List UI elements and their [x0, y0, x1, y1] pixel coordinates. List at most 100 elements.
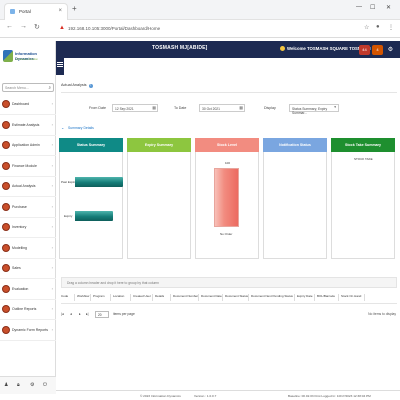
status-bar-expiry[interactable] [75, 211, 113, 221]
grid-column-header[interactable]: Code [61, 294, 68, 298]
sidebar-item[interactable]: Outline Reports › [0, 300, 56, 320]
forward-icon[interactable]: → [20, 23, 27, 30]
settings-icon[interactable]: ⚙ [30, 382, 34, 388]
browser-tab-bar: Portal × + — ☐ ✕ [0, 0, 400, 20]
chevron-down-icon: ▾ [334, 105, 336, 109]
sidebar-item-label: Actual Analysis [12, 184, 36, 188]
stock-take-summary-panel: Stock Take Summary STOCK TAKE [331, 138, 395, 259]
info-icon[interactable]: i [88, 84, 93, 88]
sidebar-item-label: Purchase [12, 204, 27, 209]
maximize-icon[interactable]: ☐ [370, 4, 375, 11]
logout-icon[interactable]: ⏻ [43, 382, 47, 388]
dateline: Baseline: 00.02.03 First Logged In: 10/1… [288, 394, 371, 398]
not-secure-icon: ▲ [59, 25, 65, 31]
sidebar-item[interactable]: Actual Analysis › [0, 177, 56, 197]
profile-icon[interactable]: ● [376, 24, 380, 30]
settings-gear-icon[interactable]: ⚙ [385, 45, 396, 55]
status-bar-past-expire[interactable] [75, 177, 123, 187]
sidebar-item[interactable]: Estimate Analysis › [0, 116, 56, 136]
sidebar-item[interactable]: Evaluation › [0, 280, 56, 300]
stock-take-value: STOCK TAKE [354, 157, 373, 161]
column-divider [248, 294, 249, 301]
menu-item-icon [2, 284, 10, 293]
alert-badge[interactable]: 4 [372, 45, 383, 55]
logo-subtitle: A Business Solution [15, 58, 38, 61]
logo-mark-icon [3, 50, 13, 62]
first-page-icon[interactable]: |◂ [61, 312, 64, 316]
header-title: TOSMASH MJ[ABIDE] [152, 45, 208, 51]
url-text: 192.168.10.105:3000/Portal/Dashboard/Hom… [68, 26, 161, 31]
new-tab-icon[interactable]: + [72, 4, 77, 13]
y-axis-label: Expiry [64, 214, 73, 218]
divider [61, 303, 397, 304]
sidebar-item[interactable]: Inventory › [0, 218, 56, 238]
grid-column-header[interactable]: Workflow [77, 294, 89, 298]
grid-column-header[interactable]: Location [113, 294, 124, 298]
prev-page-icon[interactable]: ◂ [70, 312, 72, 316]
notification-badge[interactable]: 44 [359, 45, 370, 55]
group-by-drop-zone[interactable]: Drag a column header and drop it here to… [61, 277, 397, 288]
sidebar-item[interactable]: Dashboard › [0, 95, 56, 115]
search-icon[interactable]: ⌕ [48, 85, 51, 90]
last-page-icon[interactable]: ▸| [86, 312, 89, 316]
grid-column-header[interactable]: Document Date [201, 294, 222, 298]
grid-column-header[interactable]: Created User [133, 294, 151, 298]
collapse-chevron-icon[interactable]: ⌄ [61, 125, 64, 130]
sidebar-item[interactable]: Sales › [0, 259, 56, 279]
display-select[interactable]: Status Summary, Expiry Summar... ▾ [289, 104, 339, 115]
user-profile-icon[interactable]: ♟ [4, 382, 8, 388]
back-icon[interactable]: ← [6, 23, 13, 30]
grid-column-header[interactable]: Document Number [173, 294, 198, 298]
sidebar-item[interactable]: Application Admin › [0, 136, 56, 156]
menu-toggle-button[interactable] [56, 58, 64, 75]
stock-level-bar[interactable] [214, 168, 239, 227]
to-date-field[interactable]: 30 Oct 2021 ▦ [199, 104, 245, 112]
welcome-user[interactable]: Welcome TOSMASH SQUARE TOSMASH [280, 46, 371, 51]
browser-menu-icon[interactable]: ⋮ [388, 24, 394, 31]
chevron-right-icon: › [51, 203, 53, 209]
menu-item-icon [2, 100, 10, 108]
next-page-icon[interactable]: ▸ [79, 312, 81, 316]
column-divider [314, 294, 315, 301]
chevron-right-icon: › [51, 326, 53, 332]
menu-search-input[interactable]: Search Menu... ⌕ [2, 83, 54, 92]
sidebar-item[interactable]: Modelling › [0, 239, 56, 259]
from-date-field[interactable]: 12 Sep 2021 ▦ [112, 104, 158, 112]
star-icon[interactable]: ☆ [364, 24, 369, 31]
display-label: Display [264, 106, 276, 110]
sidebar-item-label: Inventory [12, 225, 27, 229]
breadcrumb: Actual Analysis i [61, 83, 93, 88]
minimize-icon[interactable]: — [356, 4, 362, 10]
column-divider [198, 294, 199, 301]
chevron-right-icon: › [51, 265, 53, 270]
page-size-select[interactable]: 20 [95, 311, 109, 318]
sidebar-item-label: Application Admin [12, 143, 40, 147]
lock-icon[interactable]: 🔒︎ [17, 382, 20, 388]
sidebar-item[interactable]: Finance Module › [0, 157, 56, 177]
grid-column-header[interactable]: Expiry Date [297, 294, 313, 298]
calendar-icon[interactable]: ▦ [152, 105, 156, 110]
user-icon [280, 46, 285, 51]
browser-tab[interactable]: Portal × [4, 3, 68, 20]
reload-icon[interactable]: ↻ [34, 23, 40, 31]
grid-column-header[interactable]: Details [155, 294, 164, 298]
calendar-icon[interactable]: ▦ [239, 105, 243, 110]
sidebar-item[interactable]: Purchase › [0, 198, 56, 218]
grid-column-header[interactable]: Stock On Hand [341, 294, 361, 298]
sidebar: Search Menu... ⌕ Dashboard › Estimate Anal… [0, 75, 56, 390]
grid-column-header[interactable]: BOL/Barcode [317, 294, 335, 298]
grid-column-header[interactable]: Document Status [225, 294, 248, 298]
chevron-right-icon: › [51, 285, 53, 291]
grid-column-header[interactable]: Document Next Pending Status [251, 294, 293, 298]
chevron-right-icon: › [51, 142, 53, 147]
app-logo[interactable]: Information Dynamics A Business Solution [0, 41, 56, 75]
url-field[interactable]: ▲ 192.168.10.105:3000/Portal/Dashboard/H… [58, 23, 358, 35]
sidebar-item-label: Modelling [12, 245, 27, 250]
grid-column-header[interactable]: Program [93, 294, 105, 298]
search-placeholder: Search Menu... [5, 86, 29, 90]
menu-item-icon [2, 161, 10, 170]
sidebar-footer: ♟ 🔒︎ ⚙ ⏻ [0, 376, 56, 394]
sidebar-item[interactable]: Dynamic Form Reports › [0, 321, 56, 341]
close-tab-icon[interactable]: × [58, 8, 62, 14]
close-window-icon[interactable]: ✕ [386, 4, 391, 11]
